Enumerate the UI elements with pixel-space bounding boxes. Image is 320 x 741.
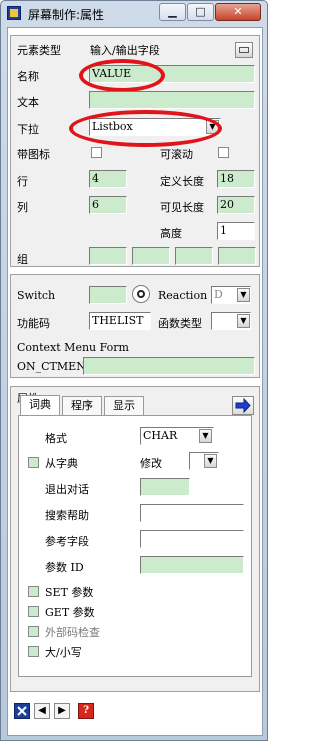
dropdown-label: 下拉 [17, 123, 39, 136]
next-button[interactable]: ▶ [54, 703, 70, 719]
dropdown-highlight-oval [69, 110, 222, 147]
fcode-field[interactable]: THELIST [89, 312, 151, 330]
window-title: 屏幕制作:属性 [28, 8, 105, 22]
exit-dialog-label: 退出对话 [45, 483, 89, 496]
foreign-key-checkbox[interactable] [28, 626, 39, 637]
from-dict-label: 从字典 [45, 457, 78, 470]
name-label: 名称 [17, 70, 39, 83]
context-menu-label: Context Menu Form [17, 341, 129, 354]
switch-label: Switch [17, 289, 56, 302]
reaction-chevron-icon[interactable]: ▼ [237, 288, 250, 302]
upper-lower-checkbox[interactable] [28, 646, 39, 657]
modify-label: 修改 [140, 457, 162, 470]
tab-display[interactable]: 显示 [104, 396, 144, 415]
context-menu-field[interactable] [83, 357, 255, 375]
from-dict-checkbox[interactable] [28, 457, 39, 468]
vis-length-field[interactable]: 20 [217, 196, 255, 214]
minimize-button[interactable]: ▁ [159, 3, 186, 21]
bottom-toolbar: ◀ ▶ ? [14, 703, 114, 721]
maximize-button[interactable]: □ [187, 3, 214, 21]
set-param-label: SET 参数 [45, 586, 94, 599]
column-label: 列 [17, 201, 28, 214]
switch-field[interactable] [89, 286, 127, 304]
element-icon [239, 47, 249, 53]
group-field-4[interactable] [218, 247, 256, 265]
forward-arrow-button[interactable] [232, 396, 254, 415]
scrollable-checkbox[interactable] [218, 147, 229, 158]
with-icon-label: 带图标 [17, 148, 50, 161]
format-chevron-icon[interactable]: ▼ [199, 429, 212, 443]
cancel-button[interactable] [14, 703, 30, 719]
def-length-field[interactable]: 18 [217, 170, 255, 188]
group-field-2[interactable] [132, 247, 170, 265]
text-label: 文本 [17, 96, 39, 109]
dictionary-tab-panel: 格式 CHAR ▼ 从字典 修改 ▼ 退出对话 搜索帮助 参考字段 参数 ID … [18, 415, 252, 677]
column-field[interactable]: 6 [89, 196, 127, 214]
line-field[interactable]: 4 [89, 170, 127, 188]
close-icon [17, 706, 27, 716]
help-button[interactable]: ? [78, 703, 94, 719]
foreign-key-label: 外部码检查 [45, 626, 100, 639]
height-label: 高度 [160, 227, 182, 240]
get-param-label: GET 参数 [45, 606, 95, 619]
title-bar[interactable]: 屏幕制作:属性 ▁ □ ✕ [1, 1, 267, 25]
with-icon-checkbox[interactable] [91, 147, 102, 158]
text-field[interactable] [89, 91, 255, 109]
set-param-checkbox[interactable] [28, 586, 39, 597]
fcode-label: 功能码 [17, 317, 50, 330]
vis-length-label: 可见长度 [160, 201, 204, 214]
group-field-1[interactable] [89, 247, 127, 265]
app-icon [7, 6, 21, 20]
element-type-button[interactable] [235, 42, 253, 58]
element-type-label: 元素类型 [17, 44, 61, 57]
upper-lower-label: 大/小写 [45, 646, 82, 659]
right-arrow-icon [235, 397, 251, 414]
group-label: 组 [17, 253, 28, 266]
switch-target-icon[interactable] [132, 285, 150, 303]
reaction-label: Reaction [158, 289, 208, 302]
ref-field-field[interactable] [140, 530, 244, 548]
properties-window: 屏幕制作:属性 ▁ □ ✕ 元素类型 输入/输出字段 名称 VALUE 文本 下… [0, 0, 268, 741]
height-field[interactable]: 1 [217, 222, 255, 240]
group-field-3[interactable] [175, 247, 213, 265]
get-param-checkbox[interactable] [28, 606, 39, 617]
param-id-field[interactable] [140, 556, 244, 574]
search-help-field[interactable] [140, 504, 244, 522]
ftype-chevron-icon[interactable]: ▼ [237, 314, 250, 328]
close-button[interactable]: ✕ [215, 3, 261, 21]
tab-dictionary[interactable]: 词典 [20, 395, 60, 416]
properties-group: 属性 词典 程序 显示 格式 CHAR ▼ 从字典 修改 ▼ 退出对话 搜 [10, 386, 260, 692]
element-attributes-group: 元素类型 输入/输出字段 名称 VALUE 文本 下拉 Listbox ▼ 带图… [10, 35, 260, 267]
element-type-value: 输入/输出字段 [90, 44, 160, 57]
search-help-label: 搜索帮助 [45, 509, 89, 522]
ref-field-label: 参考字段 [45, 535, 89, 548]
def-length-label: 定义长度 [160, 175, 204, 188]
line-label: 行 [17, 175, 28, 188]
format-label: 格式 [45, 432, 67, 445]
scrollable-label: 可滚动 [160, 148, 193, 161]
function-group: Switch Reaction D ▼ 功能码 THELIST 函数类型 ▼ C… [10, 274, 260, 378]
name-highlight-oval [79, 59, 165, 92]
ftype-label: 函数类型 [158, 317, 202, 330]
prev-button[interactable]: ◀ [34, 703, 50, 719]
exit-dialog-field[interactable] [140, 478, 190, 496]
modify-chevron-icon[interactable]: ▼ [204, 454, 217, 468]
param-id-label: 参数 ID [45, 561, 84, 574]
tab-program[interactable]: 程序 [62, 396, 102, 415]
client-area: 元素类型 输入/输出字段 名称 VALUE 文本 下拉 Listbox ▼ 带图… [7, 27, 263, 736]
